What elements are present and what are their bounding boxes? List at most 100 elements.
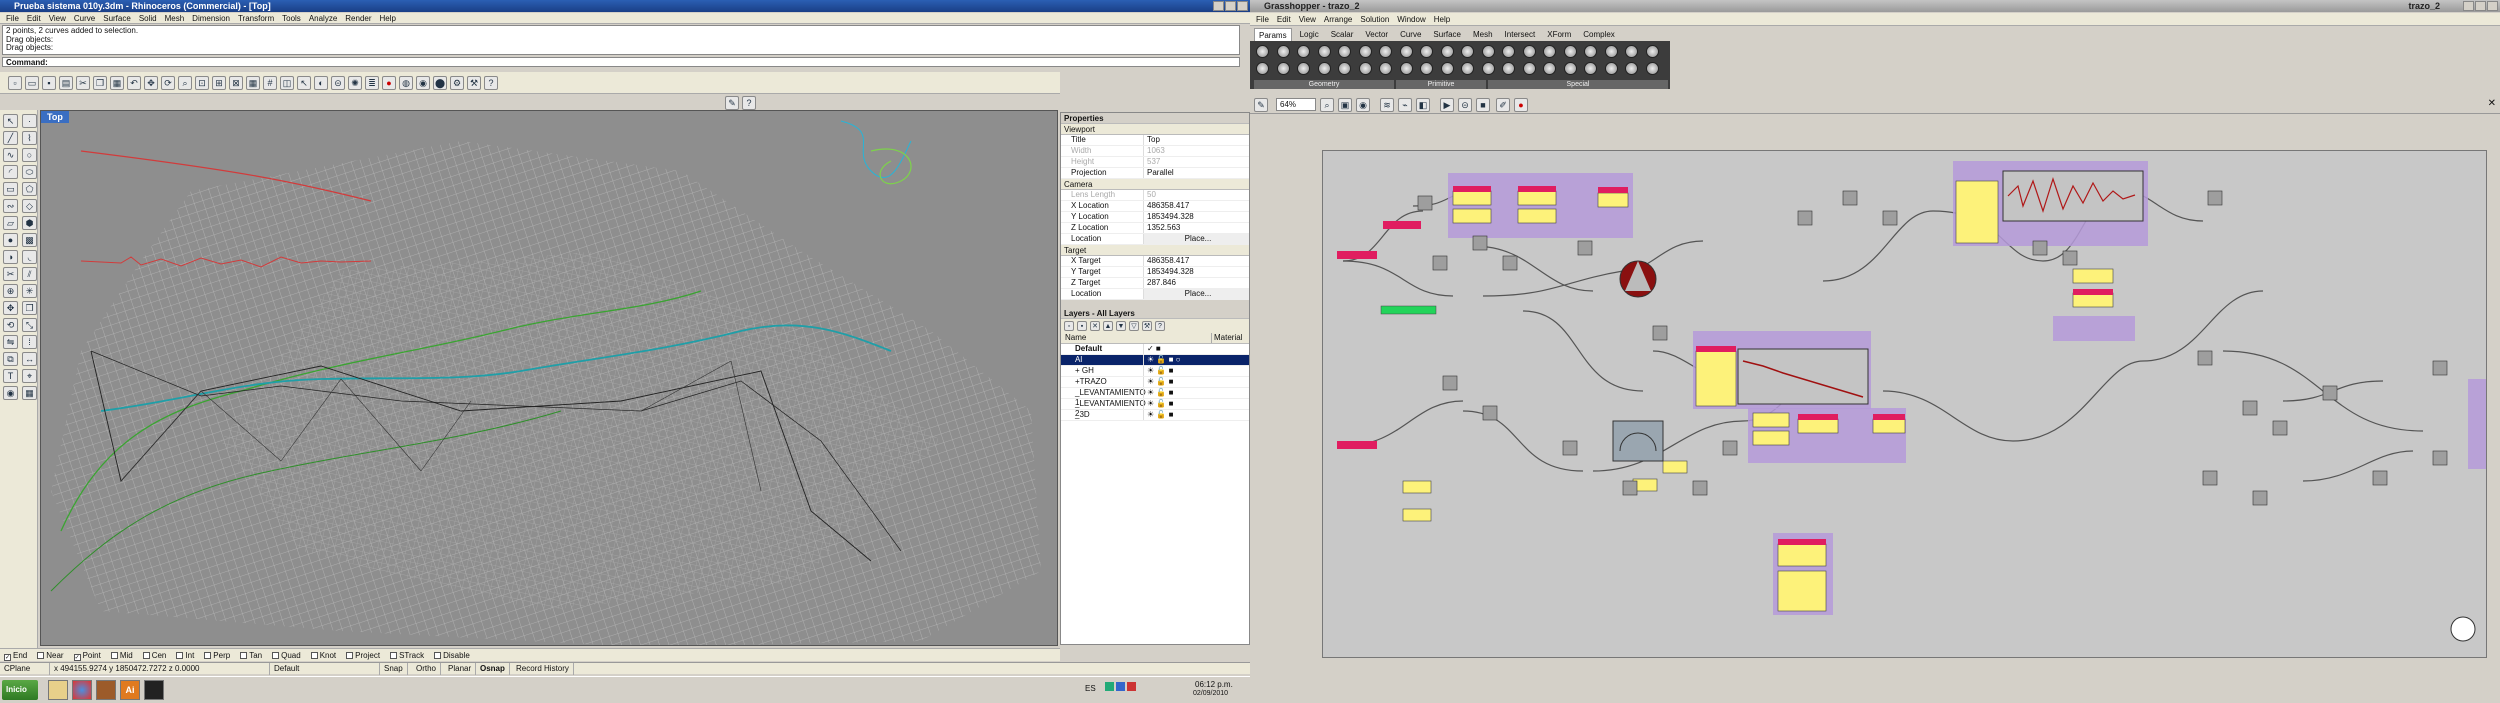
shade-icon[interactable]: ◍ <box>399 76 413 90</box>
zoom-icon[interactable]: ⌕ <box>178 76 192 90</box>
analyze-icon[interactable]: ⌖ <box>22 369 37 383</box>
app-icon[interactable] <box>96 680 116 700</box>
component-icon[interactable] <box>1338 62 1351 75</box>
close-button[interactable] <box>2487 1 2498 11</box>
zoom-extents-icon[interactable]: ⊞ <box>212 76 226 90</box>
menu-analyze[interactable]: Analyze <box>309 13 337 23</box>
paste-icon[interactable]: ▦ <box>110 76 124 90</box>
planar-toggle[interactable]: Planar <box>444 663 477 675</box>
place-button[interactable]: Place... <box>1143 234 1249 244</box>
volume-icon[interactable] <box>1116 682 1125 691</box>
new-sublayer-icon[interactable]: ▪ <box>1077 321 1087 331</box>
osnap-strack[interactable]: STrack <box>390 649 424 661</box>
component-icon[interactable] <box>1625 45 1638 58</box>
osnap-near[interactable]: Near <box>37 649 64 661</box>
gh-menu-file[interactable]: File <box>1256 13 1269 25</box>
gh-menu-view[interactable]: View <box>1299 13 1316 25</box>
join-icon[interactable]: ⊕ <box>3 284 18 298</box>
osnap-toggle[interactable]: Osnap <box>476 663 510 675</box>
component-icon[interactable] <box>1420 45 1433 58</box>
menu-transform[interactable]: Transform <box>238 13 274 23</box>
layer-tools-icon[interactable]: ⚒ <box>1142 321 1152 331</box>
osnap-checkbox[interactable] <box>142 652 150 659</box>
osnap-point[interactable]: ✓ Point <box>73 649 101 661</box>
point-icon[interactable]: · <box>22 114 37 128</box>
component-icon[interactable] <box>1522 62 1536 75</box>
component-icon[interactable] <box>1297 45 1310 58</box>
current-layer[interactable]: Default <box>270 663 380 675</box>
mesh-icon[interactable]: ▩ <box>22 233 37 247</box>
offset-icon[interactable]: ⧉ <box>3 352 18 366</box>
component-icon[interactable] <box>1317 45 1331 58</box>
solid-icon[interactable]: ⬢ <box>22 216 37 230</box>
menu-render[interactable]: Render <box>345 13 371 23</box>
mirror-icon[interactable]: ⇋ <box>3 335 18 349</box>
menu-edit[interactable]: Edit <box>27 13 41 23</box>
help-icon[interactable]: ? <box>1155 321 1165 331</box>
menu-surface[interactable]: Surface <box>103 13 131 23</box>
osnap-checkbox[interactable] <box>176 652 184 659</box>
wire-icon[interactable]: ⌁ <box>1398 98 1412 112</box>
help-icon[interactable]: ? <box>484 76 498 90</box>
scale-icon[interactable]: ⤡ <box>22 318 37 332</box>
light-icon[interactable]: ✺ <box>348 76 362 90</box>
select-icon[interactable]: ↖ <box>297 76 311 90</box>
play-icon[interactable]: ▶ <box>1440 98 1454 112</box>
zoom-window-icon[interactable]: ⊡ <box>195 76 209 90</box>
component-icon[interactable] <box>1563 62 1577 75</box>
preview-icon[interactable]: ▣ <box>1338 98 1352 112</box>
component-icon[interactable] <box>1584 45 1597 58</box>
sphere-icon[interactable]: ● <box>3 233 18 247</box>
osnap-checkbox[interactable] <box>37 652 45 659</box>
delete-layer-icon[interactable]: ✕ <box>1090 321 1100 331</box>
copy-icon[interactable]: ❐ <box>22 301 37 315</box>
brush-icon[interactable]: ✐ <box>1496 98 1510 112</box>
tab-vector[interactable]: Vector <box>1361 28 1392 41</box>
projection-select[interactable]: Parallel <box>1143 168 1249 178</box>
grid-icon[interactable]: # <box>263 76 277 90</box>
prop-title[interactable]: Title Top <box>1061 135 1249 146</box>
language-indicator[interactable]: ES <box>1085 684 1096 693</box>
undo-icon[interactable]: ↶ <box>127 76 141 90</box>
component-icon[interactable] <box>1399 45 1413 58</box>
prop-z-target[interactable]: Z Target 287.846 <box>1061 278 1249 289</box>
osnap-perp[interactable]: Perp <box>204 649 230 661</box>
print-icon[interactable]: ▤ <box>59 76 73 90</box>
component-icon[interactable] <box>1563 45 1577 58</box>
component-icon[interactable] <box>1604 62 1618 75</box>
maximize-button[interactable] <box>1225 1 1236 11</box>
component-icon[interactable] <box>1461 62 1474 75</box>
ortho-toggle[interactable]: Ortho <box>412 663 442 675</box>
red-pen-icon[interactable]: ✎ <box>1254 98 1268 112</box>
osnap-end[interactable]: ✓ End <box>4 649 27 661</box>
component-icon[interactable] <box>1481 62 1495 75</box>
color-icon[interactable]: ● <box>382 76 396 90</box>
explode-icon[interactable]: ✳ <box>22 284 37 298</box>
dimension-icon[interactable]: ↔ <box>22 352 37 366</box>
tab-surface[interactable]: Surface <box>1429 28 1465 41</box>
surface-icon[interactable]: ◇ <box>22 199 37 213</box>
snap-toggle[interactable]: Snap <box>380 663 408 675</box>
polygon-icon[interactable]: ⬠ <box>22 182 37 196</box>
osnap-checkbox[interactable] <box>390 652 398 659</box>
render-icon[interactable]: ◉ <box>3 386 18 400</box>
minimize-button[interactable] <box>2463 1 2474 11</box>
prop-projection[interactable]: Projection Parallel <box>1061 168 1249 179</box>
stop-icon[interactable]: ■ <box>1476 98 1490 112</box>
fillet-icon[interactable]: ◟ <box>22 250 37 264</box>
close-icon[interactable]: ✕ <box>2488 98 2496 109</box>
menu-help[interactable]: Help <box>380 13 396 23</box>
place-button[interactable]: Place... <box>1143 289 1249 299</box>
rhino-icon[interactable] <box>144 680 164 700</box>
component-icon[interactable] <box>1276 62 1290 75</box>
component-icon[interactable] <box>1461 45 1474 58</box>
layer-row[interactable]: _LEVANTAMIENTO 1 ☀ 🔓 ■ <box>1061 388 1249 407</box>
save-icon[interactable]: ▪ <box>42 76 56 90</box>
layer-row-selected[interactable]: Al ☀ 🔓 ■ ○ <box>1061 355 1249 366</box>
top-viewport[interactable]: Top <box>40 110 1058 646</box>
component-icon[interactable] <box>1276 45 1290 58</box>
layer-row[interactable]: + GH ☀ 🔓 ■ <box>1061 366 1249 377</box>
osnap-checkbox[interactable] <box>346 652 354 659</box>
osnap-cen[interactable]: Cen <box>142 649 166 661</box>
prop-x-location[interactable]: X Location 486358.417 <box>1061 201 1249 212</box>
